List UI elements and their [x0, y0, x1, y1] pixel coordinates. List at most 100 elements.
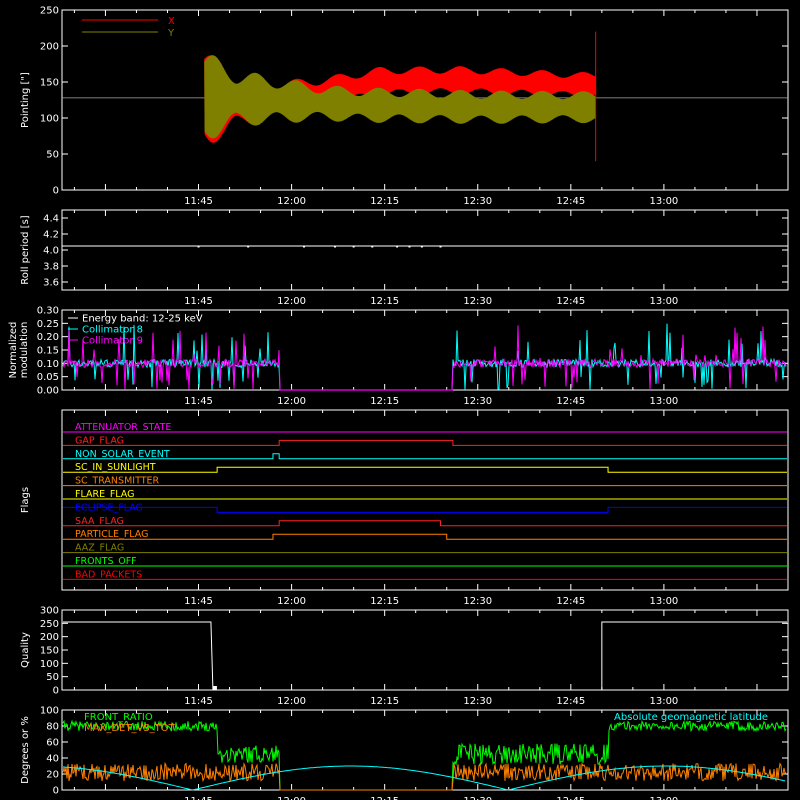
x-tick-label: 12:15	[370, 696, 399, 707]
flag-label-attenuator-state: ATTENUATOR_STATE	[75, 422, 171, 433]
flag-label-gap-flag: GAP_FLAG	[75, 435, 124, 446]
x-tick-label: 11:45	[184, 696, 213, 707]
x-tick-label: 12:30	[463, 196, 492, 207]
x-tick-label: 12:30	[463, 596, 492, 607]
x-tick-label: 11:45	[184, 396, 213, 407]
y-tick-label: 200	[40, 42, 59, 53]
x-tick-label: 12:00	[277, 696, 306, 707]
roll-period-dip	[197, 246, 200, 248]
y-axis-label: Flags	[20, 487, 31, 513]
x-tick-label: 12:45	[556, 196, 585, 207]
y-tick-label: 150	[40, 646, 59, 657]
x-tick-label: 12:00	[277, 396, 306, 407]
x-tick-label: 12:00	[277, 196, 306, 207]
x-tick-label: 12:30	[463, 296, 492, 307]
roll-period-dip	[334, 246, 337, 248]
roll-period-dip	[439, 246, 442, 248]
legend-label-front-ratio: FRONT_RATIO	[84, 712, 153, 723]
y-tick-label: 4.0	[43, 246, 59, 257]
x-tick-label: 12:45	[556, 396, 585, 407]
y-tick-label: 100	[40, 659, 59, 670]
x-tick-label: 12:15	[370, 596, 399, 607]
y-tick-label: 250	[40, 6, 59, 17]
x-tick-label: 11:45	[184, 196, 213, 207]
y-tick-label: 0.00	[37, 386, 59, 397]
x-tick-label: 13:00	[649, 396, 678, 407]
y-tick-label: 0.25	[37, 319, 59, 330]
legend-label: Collimator 8	[82, 325, 143, 336]
y-tick-label: 200	[40, 632, 59, 643]
y-tick-label: 60	[46, 738, 59, 749]
y-axis-label: Degrees or %	[20, 716, 31, 784]
x-tick-label: 12:00	[277, 596, 306, 607]
x-tick-label: 11:45	[184, 596, 213, 607]
roll-period-dip	[396, 246, 399, 248]
y-tick-label: 3.8	[43, 262, 59, 273]
x-tick-label: 12:15	[370, 396, 399, 407]
flag-label-sc-in-sunlight: SC_IN_SUNLIGHT	[75, 462, 156, 473]
y-tick-label: 20	[46, 770, 59, 781]
y-tick-label: 0.10	[37, 359, 59, 370]
flag-label-non-solar-event: NON_SOLAR_EVENT	[75, 449, 170, 460]
roll-period-dip	[352, 246, 355, 248]
roll-period-dip	[408, 246, 411, 248]
legend-label-max-det: MAX_DET_VS_TOT	[84, 723, 176, 734]
flag-label-sc-transmitter: SC_TRANSMITTER	[75, 476, 160, 487]
y-tick-label: 4.4	[43, 214, 59, 225]
legend-label-x: X	[168, 16, 175, 27]
x-tick-label: 11:45	[184, 796, 213, 800]
flag-label-flare-flag: FLARE_FLAG	[75, 489, 135, 500]
x-tick-label: 12:00	[277, 296, 306, 307]
roll-period-dip	[371, 246, 374, 248]
y-tick-label: 100	[40, 706, 59, 717]
y-tick-label: 250	[40, 619, 59, 630]
y-tick-label: 0	[53, 786, 59, 797]
y-tick-label: 4.2	[43, 230, 59, 241]
y-tick-label: 0	[53, 186, 59, 197]
y-tick-label: 40	[46, 754, 59, 765]
x-tick-label: 13:00	[649, 696, 678, 707]
x-tick-label: 12:45	[556, 796, 585, 800]
flag-label-eclipse-flag: ECLIPSE_FLAG	[75, 502, 143, 513]
x-tick-label: 12:30	[463, 396, 492, 407]
y-axis-label: Quality	[20, 632, 31, 668]
y-tick-label: 0.30	[37, 306, 59, 317]
y-tick-label: 100	[40, 114, 59, 125]
legend-label-geomag: Absolute geomagnetic latitude	[614, 712, 768, 723]
x-tick-label: 12:45	[556, 596, 585, 607]
y-tick-label: 0.15	[37, 346, 59, 357]
flag-label-aaz-flag: AAZ_FLAG	[75, 543, 124, 554]
legend-label: Energy band: 12-25 keV	[82, 314, 203, 325]
legend-label-y: Y	[167, 28, 175, 39]
x-tick-label: 13:00	[649, 296, 678, 307]
roll-period-dip	[303, 246, 305, 248]
y-tick-label: 3.6	[43, 278, 59, 289]
figure-background	[0, 0, 800, 800]
roll-period-dip	[247, 246, 250, 248]
y-tick-label: 150	[40, 78, 59, 89]
flag-label-bad-packets: BAD_PACKETS	[75, 569, 142, 580]
x-tick-label: 13:00	[649, 796, 678, 800]
x-tick-label: 12:45	[556, 296, 585, 307]
x-tick-label: 12:00	[277, 796, 306, 800]
flag-label-saa-flag: SAA_FLAG	[75, 516, 124, 527]
x-tick-label: 12:15	[370, 796, 399, 800]
x-tick-label: 12:15	[370, 196, 399, 207]
roll-period-dip	[420, 246, 423, 248]
x-tick-label: 11:45	[184, 296, 213, 307]
x-tick-label: 12:45	[556, 696, 585, 707]
y-tick-label: 0.05	[37, 372, 59, 383]
flag-label-fronts-off: FRONTS_OFF	[75, 556, 137, 567]
y-tick-label: 0	[53, 686, 59, 697]
x-tick-label: 13:00	[649, 196, 678, 207]
y-axis-label-line1: Normalized	[8, 322, 19, 379]
x-tick-label: 12:15	[370, 296, 399, 307]
y-axis-label: Pointing ["]	[20, 72, 31, 128]
y-tick-label: 80	[46, 722, 59, 733]
x-tick-label: 13:00	[649, 596, 678, 607]
flag-label-particle-flag: PARTICLE_FLAG	[75, 529, 148, 540]
legend-label: Collimator 9	[82, 336, 143, 347]
x-tick-label: 12:30	[463, 796, 492, 800]
y-axis-label: Roll period [s]	[20, 215, 31, 284]
quality-blip	[212, 686, 217, 690]
